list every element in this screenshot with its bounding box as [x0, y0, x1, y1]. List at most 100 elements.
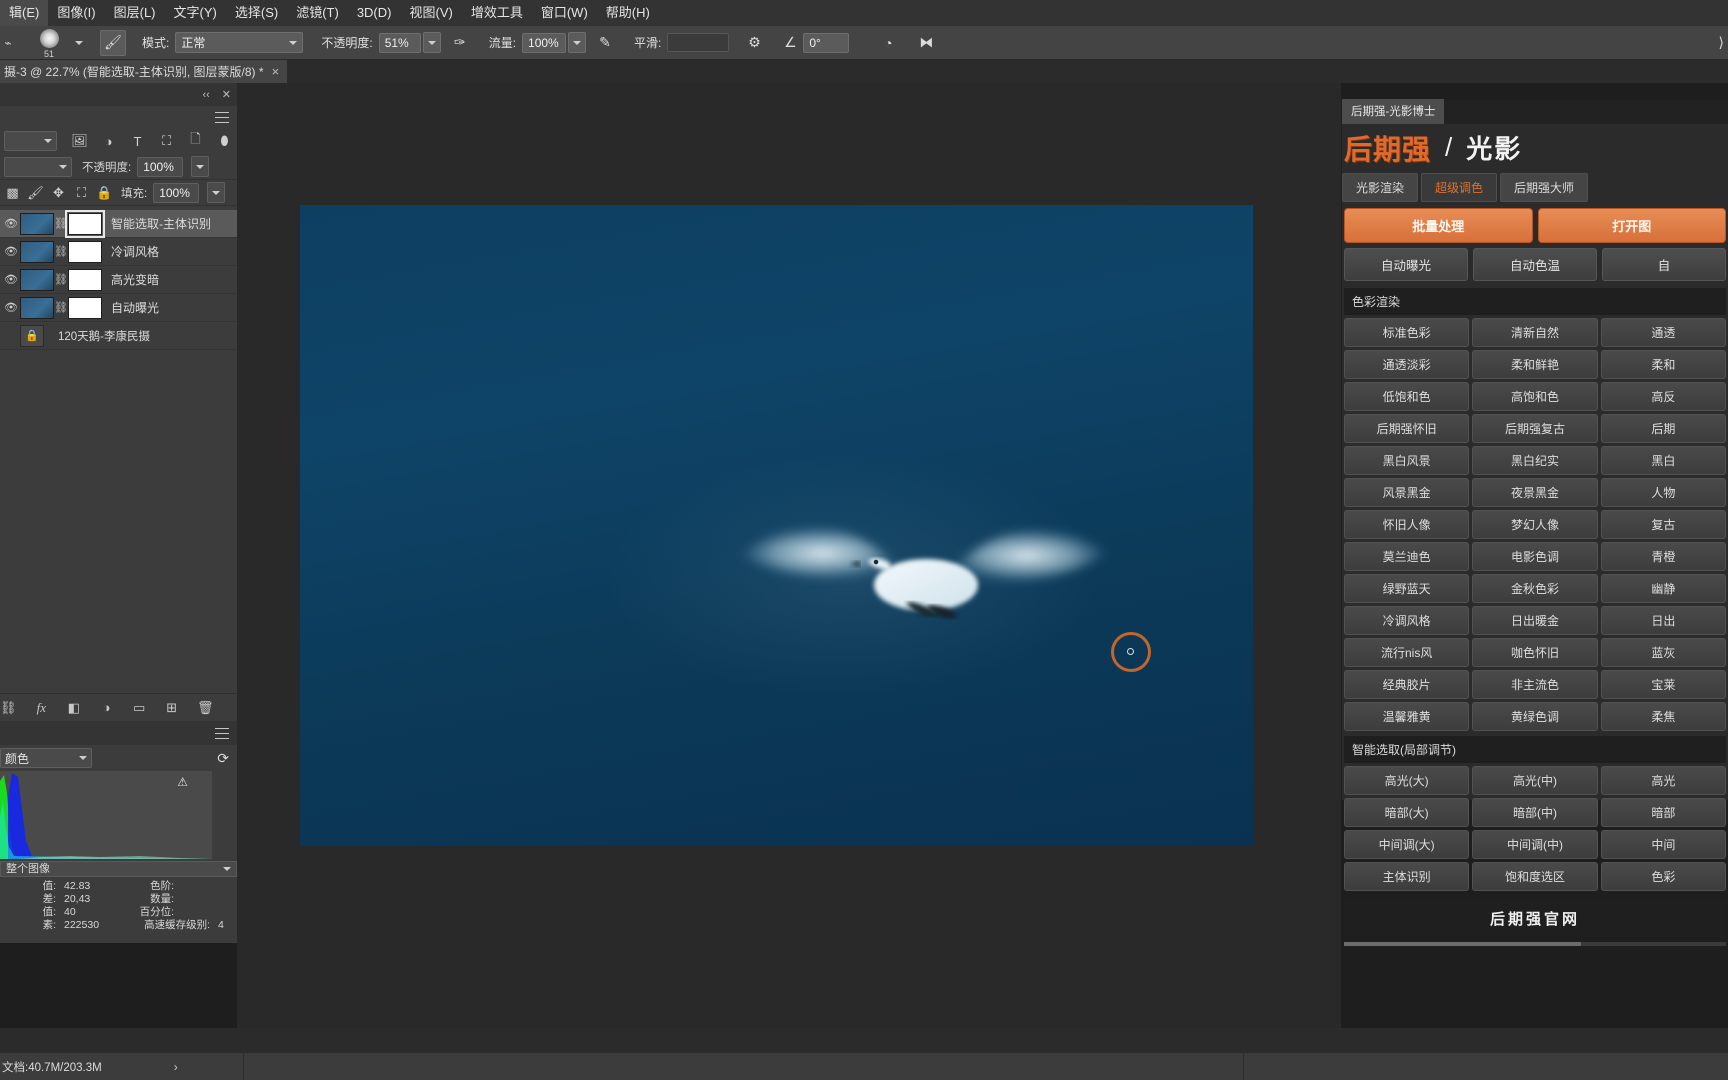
preset-button[interactable]: 通透 — [1600, 318, 1726, 347]
canvas-area[interactable] — [237, 83, 1341, 1028]
blend-mode-select[interactable]: 正常 — [175, 32, 304, 53]
preset-button[interactable]: 黑白 — [1600, 446, 1726, 475]
status-expand-icon[interactable]: › — [174, 1060, 178, 1074]
preset-button[interactable]: 幽静 — [1600, 574, 1726, 603]
lock-position-icon[interactable]: ✥ — [50, 184, 67, 201]
layers-panel-menu[interactable] — [0, 106, 237, 128]
preset-button[interactable]: 日出 — [1600, 606, 1726, 635]
document-tab[interactable]: 摄-3 @ 22.7% (智能选取-主体识别, 图层蒙版/8) * × — [0, 60, 289, 83]
preset-button[interactable]: 莫兰迪色 — [1344, 542, 1470, 571]
delete-layer-icon[interactable]: 🗑 — [197, 700, 214, 716]
preset-button[interactable]: 黑白风景 — [1344, 446, 1470, 475]
preset-button[interactable]: 经典胶片 — [1344, 670, 1470, 699]
mask-link-icon[interactable]: ⛓ — [54, 217, 68, 230]
airbrush-icon[interactable]: ✎ — [592, 30, 618, 56]
select-button[interactable]: 主体识别 — [1344, 862, 1470, 891]
auto-exposure-button[interactable]: 自动曝光 — [1344, 248, 1468, 281]
plugin-subtab-super-color[interactable]: 超级调色 — [1421, 173, 1498, 202]
select-button[interactable]: 高光(大) — [1344, 766, 1470, 795]
preset-button[interactable]: 后期强复古 — [1472, 414, 1598, 443]
select-button[interactable]: 色彩 — [1600, 862, 1726, 891]
layer-filter-kind-select[interactable] — [4, 131, 57, 151]
add-mask-icon[interactable]: ◧ — [67, 700, 82, 716]
preset-button[interactable]: 低饱和色 — [1344, 382, 1470, 411]
menu-type[interactable]: 文字(Y) — [165, 0, 226, 26]
preset-button[interactable]: 夜景黑金 — [1472, 478, 1598, 507]
preset-button[interactable]: 高反 — [1600, 382, 1726, 411]
preset-button[interactable]: 日出暖金 — [1472, 606, 1598, 635]
preset-button[interactable]: 标准色彩 — [1344, 318, 1470, 347]
layer-opacity-dropdown-icon[interactable] — [191, 156, 210, 177]
adjustment-layer-icon[interactable]: ◑ — [99, 700, 114, 715]
layer-visibility-icon[interactable]: 👁 — [2, 217, 20, 230]
layer-mask-thumbnail[interactable] — [65, 210, 105, 238]
lock-image-icon[interactable]: 🖌 — [27, 184, 44, 201]
mask-link-icon[interactable]: ⛓ — [54, 273, 68, 286]
layer-thumbnail[interactable] — [20, 296, 54, 319]
histogram-source-select[interactable]: 整个图像 — [0, 861, 237, 877]
preset-button[interactable]: 人物 — [1600, 478, 1726, 507]
lock-artboard-icon[interactable]: ⛶ — [73, 184, 90, 201]
plugin-subtab-master[interactable]: 后期强大师 — [1500, 173, 1589, 202]
preset-button[interactable]: 后期强怀旧 — [1344, 414, 1470, 443]
close-icon[interactable]: × — [272, 64, 280, 79]
hamburger-icon[interactable] — [215, 111, 229, 123]
lock-all-icon[interactable]: 🔒 — [96, 184, 113, 201]
select-button[interactable]: 高光 — [1600, 766, 1726, 795]
layer-row-0[interactable]: 👁 ⛓ 智能选取-主体识别 — [0, 210, 237, 238]
menu-help[interactable]: 帮助(H) — [597, 0, 659, 26]
layer-row-1[interactable]: 👁 ⛓ 冷调风格 — [0, 238, 237, 266]
brush-tool-icon[interactable]: ⌁ — [2, 36, 14, 50]
select-button[interactable]: 饱和度选区 — [1472, 862, 1598, 891]
plugin-website-button[interactable]: 后期强官网 — [1344, 899, 1726, 938]
layer-thumbnail[interactable] — [20, 212, 54, 235]
preset-button[interactable]: 绿野蓝天 — [1344, 574, 1470, 603]
preset-button[interactable]: 通透淡彩 — [1344, 350, 1470, 379]
preset-button[interactable]: 清新自然 — [1472, 318, 1598, 347]
menu-select[interactable]: 选择(S) — [226, 0, 287, 26]
layer-mask-thumbnail[interactable] — [68, 296, 102, 319]
collapse-panel-icon[interactable]: ‹‹ — [202, 89, 209, 101]
layer-style-icon[interactable]: fx — [34, 700, 49, 716]
close-panel-icon[interactable]: ✕ — [222, 88, 231, 101]
mask-link-icon[interactable]: ⛓ — [54, 245, 68, 258]
layer-visibility-icon[interactable]: 👁 — [2, 301, 20, 314]
flow-dropdown-icon[interactable] — [568, 32, 587, 53]
link-layers-icon[interactable]: ⛓ — [0, 700, 17, 716]
plugin-tab[interactable]: 后期强-光影博士 — [1342, 99, 1445, 124]
preset-button[interactable]: 金秋色彩 — [1472, 574, 1598, 603]
preset-button[interactable]: 非主流色 — [1472, 670, 1598, 699]
layer-row-4[interactable]: 🔒 120天鹅-李康民摄 — [0, 322, 237, 350]
auto-extra-button[interactable]: 自 — [1602, 248, 1726, 281]
select-button[interactable]: 中间 — [1600, 830, 1726, 859]
warning-icon[interactable]: ⚠ — [177, 775, 188, 789]
gear-icon[interactable]: ⚙ — [741, 30, 767, 56]
layer-fill-dropdown-icon[interactable] — [207, 182, 226, 203]
preset-button[interactable]: 流行nis风 — [1344, 638, 1470, 667]
layer-thumbnail[interactable] — [20, 240, 54, 263]
preset-button[interactable]: 咖色怀旧 — [1472, 638, 1598, 667]
preset-button[interactable]: 青橙 — [1600, 542, 1726, 571]
brush-settings-panel-icon[interactable]: 🖌 — [100, 29, 126, 56]
filter-adjustment-icon[interactable]: ◑ — [100, 133, 117, 150]
select-button[interactable]: 中间调(大) — [1344, 830, 1470, 859]
menu-layer[interactable]: 图层(L) — [105, 0, 165, 26]
new-layer-icon[interactable]: ⊞ — [164, 700, 179, 716]
preset-button[interactable]: 黄绿色调 — [1472, 702, 1598, 731]
menu-plugins[interactable]: 增效工具 — [462, 0, 532, 26]
refresh-icon[interactable]: ⟳ — [217, 750, 229, 767]
menu-3d[interactable]: 3D(D) — [348, 0, 401, 26]
layer-mask-thumbnail[interactable] — [68, 240, 102, 263]
preset-button[interactable]: 蓝灰 — [1600, 638, 1726, 667]
new-group-icon[interactable]: ▭ — [132, 700, 147, 716]
preset-button[interactable]: 黑白纪实 — [1472, 446, 1598, 475]
preset-button[interactable]: 高饱和色 — [1472, 382, 1598, 411]
lock-transparency-icon[interactable]: ▩ — [4, 184, 21, 201]
preset-button[interactable]: 宝莱 — [1600, 670, 1726, 699]
pressure-opacity-icon[interactable]: ✑ — [447, 30, 473, 56]
preset-button[interactable]: 怀旧人像 — [1344, 510, 1470, 539]
preset-button[interactable]: 柔和 — [1600, 350, 1726, 379]
preset-button[interactable]: 风景黑金 — [1344, 478, 1470, 507]
opacity-dropdown-icon[interactable] — [422, 32, 441, 53]
filter-type-icon[interactable]: T — [129, 133, 146, 150]
